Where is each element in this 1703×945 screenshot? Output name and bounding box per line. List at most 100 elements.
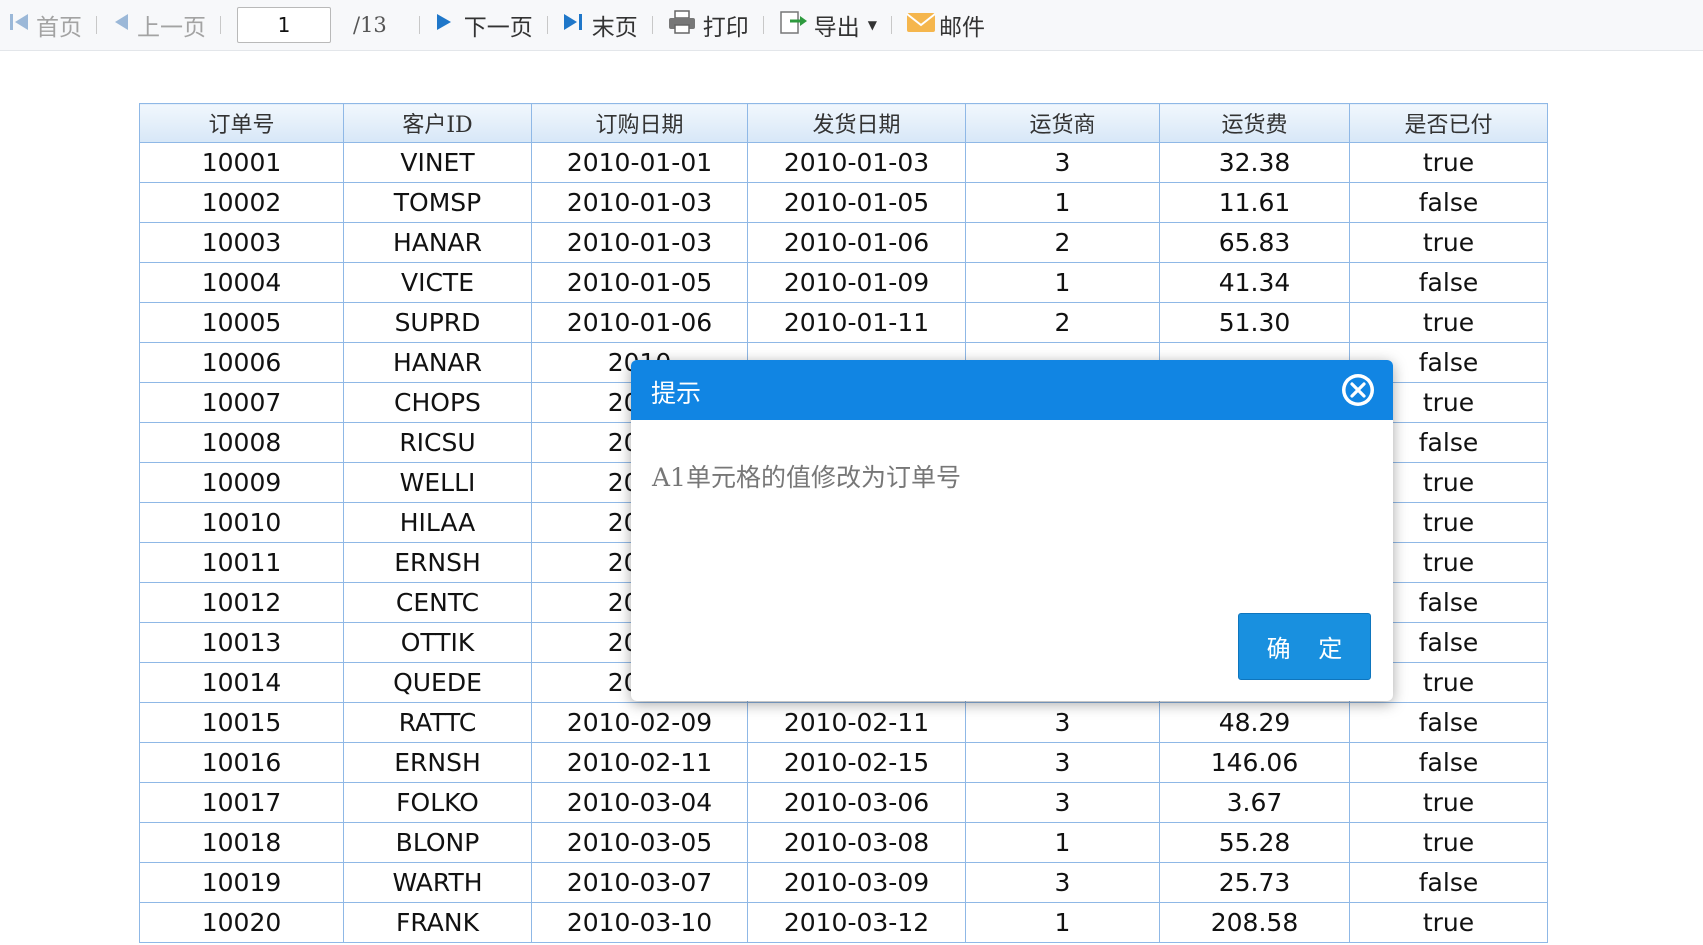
table-cell[interactable]: 11.61 xyxy=(1159,182,1350,223)
table-cell[interactable]: 2010-01-03 xyxy=(747,142,966,183)
table-cell[interactable]: HILAA xyxy=(343,502,532,543)
table-cell[interactable]: 2010-02-09 xyxy=(531,702,748,743)
table-cell[interactable]: false xyxy=(1349,742,1548,783)
table-cell[interactable]: 2010-03-05 xyxy=(531,822,748,863)
table-cell[interactable]: ERNSH xyxy=(343,542,532,583)
table-cell[interactable]: true xyxy=(1349,782,1548,823)
table-cell[interactable]: 10009 xyxy=(139,462,344,503)
table-cell[interactable]: 10003 xyxy=(139,222,344,263)
table-cell[interactable]: 3.67 xyxy=(1159,782,1350,823)
ok-button[interactable]: 确 定 xyxy=(1238,613,1371,680)
table-cell[interactable]: 2010-01-06 xyxy=(747,222,966,263)
table-cell[interactable]: QUEDE xyxy=(343,662,532,703)
table-cell[interactable]: 10020 xyxy=(139,902,344,943)
table-cell[interactable]: 2010-01-05 xyxy=(531,262,748,303)
table-cell[interactable]: HANAR xyxy=(343,222,532,263)
prev-page-button[interactable]: 上一页 xyxy=(111,0,206,50)
table-cell[interactable]: 2010-03-09 xyxy=(747,862,966,903)
table-cell[interactable]: true xyxy=(1349,822,1548,863)
table-cell[interactable]: 10015 xyxy=(139,702,344,743)
table-cell[interactable]: 2010-03-07 xyxy=(531,862,748,903)
table-cell[interactable]: 2010-01-03 xyxy=(531,222,748,263)
table-cell[interactable]: 2010-01-01 xyxy=(531,142,748,183)
table-cell[interactable]: 1 xyxy=(965,262,1160,303)
table-cell[interactable]: 2010-03-08 xyxy=(747,822,966,863)
table-cell[interactable]: 2010-02-15 xyxy=(747,742,966,783)
table-cell[interactable]: 10007 xyxy=(139,382,344,423)
table-cell[interactable]: 10013 xyxy=(139,622,344,663)
table-cell[interactable]: 25.73 xyxy=(1159,862,1350,903)
table-cell[interactable]: OTTIK xyxy=(343,622,532,663)
table-cell[interactable]: 10010 xyxy=(139,502,344,543)
last-page-button[interactable]: 末页 xyxy=(562,0,638,50)
table-cell[interactable]: VICTE xyxy=(343,262,532,303)
export-button[interactable]: 导出 ▼ xyxy=(778,0,877,50)
table-cell[interactable]: WARTH xyxy=(343,862,532,903)
table-cell[interactable]: 10008 xyxy=(139,422,344,463)
table-cell[interactable]: 2010-01-05 xyxy=(747,182,966,223)
table-cell[interactable]: 208.58 xyxy=(1159,902,1350,943)
table-cell[interactable]: RICSU xyxy=(343,422,532,463)
table-cell[interactable]: 51.30 xyxy=(1159,302,1350,343)
table-cell[interactable]: 10011 xyxy=(139,542,344,583)
table-cell[interactable]: 2010-03-04 xyxy=(531,782,748,823)
table-cell[interactable]: 2010-03-06 xyxy=(747,782,966,823)
table-cell[interactable]: 10001 xyxy=(139,142,344,183)
table-cell[interactable]: 3 xyxy=(965,702,1160,743)
table-cell[interactable]: true xyxy=(1349,302,1548,343)
table-cell[interactable]: false xyxy=(1349,862,1548,903)
table-cell[interactable]: 3 xyxy=(965,862,1160,903)
table-cell[interactable]: TOMSP xyxy=(343,182,532,223)
table-cell[interactable]: 2 xyxy=(965,222,1160,263)
table-cell[interactable]: 3 xyxy=(965,742,1160,783)
table-cell[interactable]: CENTC xyxy=(343,582,532,623)
table-cell[interactable]: true xyxy=(1349,222,1548,263)
table-cell[interactable]: true xyxy=(1349,142,1548,183)
table-cell[interactable]: 1 xyxy=(965,182,1160,223)
table-cell[interactable]: ERNSH xyxy=(343,742,532,783)
table-cell[interactable]: VINET xyxy=(343,142,532,183)
print-button[interactable]: 打印 xyxy=(667,0,749,50)
table-cell[interactable]: HANAR xyxy=(343,342,532,383)
first-page-button[interactable]: 首页 xyxy=(8,0,82,50)
table-cell[interactable]: 10018 xyxy=(139,822,344,863)
table-cell[interactable]: 2010-02-11 xyxy=(747,702,966,743)
close-icon[interactable] xyxy=(1339,371,1377,409)
mail-button[interactable]: 邮件 xyxy=(906,0,985,50)
table-cell[interactable]: BLONP xyxy=(343,822,532,863)
table-cell[interactable]: 10002 xyxy=(139,182,344,223)
table-cell[interactable]: RATTC xyxy=(343,702,532,743)
table-cell[interactable]: 55.28 xyxy=(1159,822,1350,863)
table-cell[interactable]: WELLI xyxy=(343,462,532,503)
table-cell[interactable]: 10006 xyxy=(139,342,344,383)
table-cell[interactable]: 2010-01-11 xyxy=(747,302,966,343)
table-cell[interactable]: 48.29 xyxy=(1159,702,1350,743)
table-cell[interactable]: 2010-01-09 xyxy=(747,262,966,303)
table-cell[interactable]: FOLKO xyxy=(343,782,532,823)
table-cell[interactable]: false xyxy=(1349,262,1548,303)
table-cell[interactable]: true xyxy=(1349,902,1548,943)
table-cell[interactable]: 2010-02-11 xyxy=(531,742,748,783)
table-cell[interactable]: 10014 xyxy=(139,662,344,703)
table-cell[interactable]: 10004 xyxy=(139,262,344,303)
table-cell[interactable]: 2010-03-12 xyxy=(747,902,966,943)
table-cell[interactable]: 2010-01-03 xyxy=(531,182,748,223)
table-cell[interactable]: 10005 xyxy=(139,302,344,343)
table-cell[interactable]: false xyxy=(1349,182,1548,223)
table-cell[interactable]: 32.38 xyxy=(1159,142,1350,183)
table-cell[interactable]: FRANK xyxy=(343,902,532,943)
table-cell[interactable]: 3 xyxy=(965,782,1160,823)
table-cell[interactable]: 41.34 xyxy=(1159,262,1350,303)
table-cell[interactable]: 146.06 xyxy=(1159,742,1350,783)
table-cell[interactable]: 10019 xyxy=(139,862,344,903)
table-cell[interactable]: 10016 xyxy=(139,742,344,783)
table-cell[interactable]: false xyxy=(1349,702,1548,743)
table-cell[interactable]: 10017 xyxy=(139,782,344,823)
next-page-button[interactable]: 下一页 xyxy=(434,0,533,50)
table-cell[interactable]: CHOPS xyxy=(343,382,532,423)
table-cell[interactable]: 2 xyxy=(965,302,1160,343)
table-cell[interactable]: 1 xyxy=(965,822,1160,863)
table-cell[interactable]: 2010-03-10 xyxy=(531,902,748,943)
table-cell[interactable]: SUPRD xyxy=(343,302,532,343)
table-cell[interactable]: 2010-01-06 xyxy=(531,302,748,343)
